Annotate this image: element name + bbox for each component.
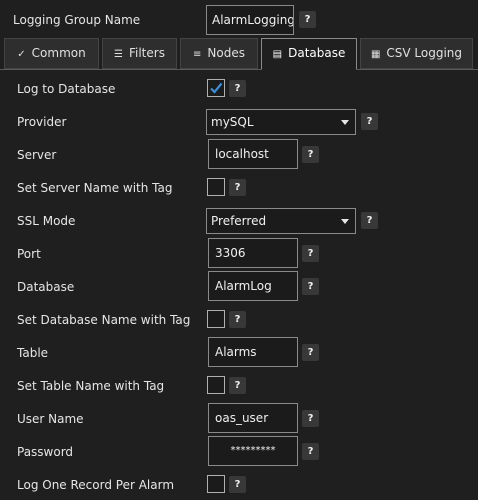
user-name-help-button[interactable]: ? [302, 410, 319, 427]
table-tag-help-button[interactable]: ? [229, 377, 246, 394]
log-to-database-label: Log to Database [17, 82, 116, 96]
password-help-button[interactable]: ? [302, 443, 319, 460]
database-tag-help-button[interactable]: ? [229, 311, 246, 328]
user-name-label: User Name [17, 412, 84, 426]
port-input[interactable]: 3306 [208, 238, 298, 268]
csv-file-icon: ▦ [370, 49, 381, 60]
chevron-down-icon [341, 219, 349, 224]
password-label: Password [17, 445, 74, 459]
chevron-down-icon [341, 120, 349, 125]
ssl-mode-select[interactable]: Preferred [206, 208, 356, 234]
database-icon: ▤ [272, 49, 283, 60]
table-input[interactable]: Alarms [208, 337, 298, 367]
user-name-input[interactable]: oas_user [208, 403, 298, 433]
table-help-button[interactable]: ? [302, 344, 319, 361]
database-tag-checkbox[interactable] [207, 310, 225, 328]
tab-bar: ✓ Common ☰ Filters ≡ Nodes ▤ Database ▦ CSV L… [0, 38, 478, 70]
table-tag-label: Set Table Name with Tag [17, 379, 165, 393]
tab-database[interactable]: ▤ Database [261, 38, 357, 70]
ssl-mode-help-button[interactable]: ? [361, 212, 378, 229]
checkmark-icon: ✓ [17, 49, 26, 60]
log-to-database-checkbox[interactable] [207, 79, 225, 97]
one-record-checkbox[interactable] [207, 475, 225, 493]
database-input[interactable]: AlarmLog [208, 271, 298, 301]
tab-csv-logging[interactable]: ▦ CSV Logging [360, 38, 473, 69]
tab-nodes[interactable]: ≡ Nodes [180, 38, 258, 69]
server-input[interactable]: localhost [208, 139, 298, 169]
server-tag-checkbox[interactable] [207, 178, 225, 196]
table-tag-checkbox[interactable] [207, 376, 225, 394]
server-help-button[interactable]: ? [302, 146, 319, 163]
provider-help-button[interactable]: ? [361, 113, 378, 130]
provider-select[interactable]: mySQL [206, 109, 356, 135]
nodes-icon: ≡ [193, 49, 202, 60]
logging-group-name-label: Logging Group Name [13, 13, 141, 27]
logging-group-name-input[interactable]: AlarmLogging [206, 5, 294, 35]
one-record-help-button[interactable]: ? [229, 476, 246, 493]
password-input[interactable]: ********* [208, 436, 298, 466]
provider-label: Provider [17, 115, 67, 129]
table-label: Table [17, 346, 49, 360]
tab-filters[interactable]: ☰ Filters [102, 38, 177, 69]
port-help-button[interactable]: ? [302, 245, 319, 262]
checkmark-icon [210, 82, 223, 94]
tab-common[interactable]: ✓ Common [4, 38, 99, 69]
log-to-database-help-button[interactable]: ? [229, 80, 246, 97]
database-help-button[interactable]: ? [302, 278, 319, 295]
server-tag-label: Set Server Name with Tag [17, 181, 173, 195]
database-tag-label: Set Database Name with Tag [17, 313, 191, 327]
one-record-label: Log One Record Per Alarm [17, 478, 175, 492]
ssl-mode-label: SSL Mode [17, 214, 76, 228]
database-label: Database [17, 280, 75, 294]
server-label: Server [17, 148, 57, 162]
list-icon: ☰ [114, 49, 123, 60]
logging-group-name-help-button[interactable]: ? [299, 11, 316, 28]
server-tag-help-button[interactable]: ? [229, 179, 246, 196]
port-label: Port [17, 247, 41, 261]
